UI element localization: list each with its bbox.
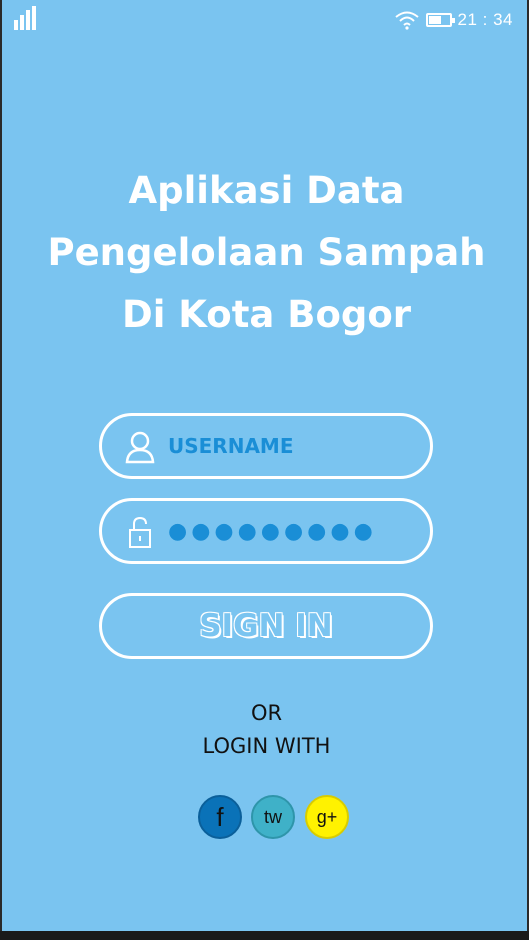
app-title-line-2: Pengelolaan Sampah: [47, 231, 486, 274]
twitter-login-button[interactable]: tw: [251, 795, 295, 839]
sign-in-button[interactable]: SIGN IN: [99, 593, 433, 659]
status-time: 21 : 34: [457, 10, 513, 29]
google-plus-icon: g+: [316, 806, 338, 827]
google-plus-login-button[interactable]: g+: [305, 795, 349, 839]
facebook-login-button[interactable]: f: [198, 795, 242, 839]
battery-icon: [425, 13, 455, 27]
facebook-icon: f: [216, 801, 224, 832]
password-input[interactable]: [168, 511, 408, 551]
app-title-line-1: Aplikasi Data: [128, 169, 405, 212]
username-input[interactable]: [168, 426, 408, 466]
bottom-edge: [0, 931, 529, 940]
username-field[interactable]: [99, 413, 433, 479]
user-icon: [125, 431, 155, 464]
app-title: Aplikasi Data Pengelolaan Sampah Di Kota…: [2, 160, 529, 346]
twitter-icon: tw: [264, 806, 282, 827]
wifi-icon: [394, 11, 419, 30]
status-bar-right: 21 : 34: [394, 8, 514, 32]
or-label: OR: [250, 701, 283, 725]
app-title-line-3: Di Kota Bogor: [121, 293, 412, 336]
password-field[interactable]: [99, 498, 433, 564]
signal-bars-icon: [14, 6, 40, 30]
login-with-label: LOGIN WITH: [202, 734, 331, 758]
lock-icon: [129, 516, 151, 548]
app-screen: 21 : 34 Aplikasi Data Pengelolaan Sampah…: [0, 0, 529, 933]
